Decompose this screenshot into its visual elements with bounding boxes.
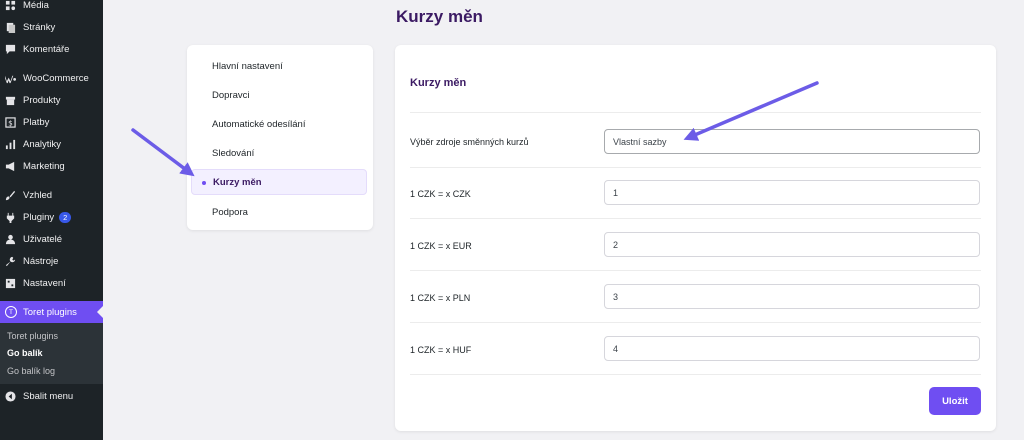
active-dot — [202, 181, 206, 185]
sidebar-item-marketing[interactable]: Marketing — [0, 155, 103, 177]
rate-label-czk: 1 CZK = x CZK — [410, 189, 471, 199]
sidebar-item-payments[interactable]: $ Platby — [0, 111, 103, 133]
nav-item-label: Kurzy měn — [213, 176, 262, 188]
sidebar-item-label: Nástroje — [23, 255, 59, 267]
sidebar-item-label: Toret plugins — [23, 306, 77, 318]
input-value: 3 — [613, 291, 619, 302]
plugins-icon — [5, 212, 16, 223]
sidebar-item-woocommerce[interactable]: WooCommerce — [0, 67, 103, 89]
divider — [410, 374, 981, 375]
source-label: Výběr zdroje směnných kurzů — [410, 137, 529, 147]
sidebar-item-analytics[interactable]: Analytiky — [0, 133, 103, 155]
pages-icon — [5, 22, 16, 33]
nav-item-label: Podpora — [212, 206, 248, 218]
rate-input-pln[interactable]: 3 — [604, 284, 980, 309]
sidebar-item-label: Nastavení — [23, 277, 66, 289]
nav-item-auto-sending[interactable]: Automatické odesílání — [191, 111, 367, 137]
sidebar-item-users[interactable]: Uživatelé — [0, 228, 103, 250]
nav-item-tracking[interactable]: Sledování — [191, 140, 367, 166]
sidebar-item-pages[interactable]: Stránky — [0, 16, 103, 38]
input-value: 4 — [613, 343, 619, 354]
exchange-rates-card: Kurzy měn Výběr zdroje směnných kurzů Vl… — [395, 45, 996, 431]
sidebar-item-products[interactable]: Produkty — [0, 89, 103, 111]
annotation-arrow-nav — [131, 128, 195, 177]
rate-label-huf: 1 CZK = x HUF — [410, 345, 472, 355]
sidebar-item-label: Pluginy — [23, 211, 55, 223]
admin-sidebar: Média Stránky Komentáře WooCommerce Prod… — [0, 0, 103, 440]
nav-item-label: Hlavní nastavení — [212, 60, 283, 72]
users-icon — [5, 234, 16, 245]
svg-text:$: $ — [8, 118, 13, 127]
input-value: 2 — [613, 239, 619, 250]
sidebar-item-appearance[interactable]: Vzhled — [0, 184, 103, 206]
sidebar-item-media[interactable]: Média — [0, 0, 103, 16]
divider — [410, 270, 981, 271]
sidebar-item-label: WooCommerce — [23, 72, 89, 84]
nav-item-main-settings[interactable]: Hlavní nastavení — [191, 53, 367, 79]
appearance-icon — [5, 190, 16, 201]
sidebar-collapse-menu[interactable]: Sbalit menu — [0, 385, 103, 407]
section-title: Kurzy měn — [410, 77, 467, 89]
sidebar-item-settings[interactable]: Nastavení — [0, 272, 103, 294]
rate-input-huf[interactable]: 4 — [604, 336, 980, 361]
sidebar-item-label: Média — [23, 0, 49, 11]
sidebar-item-label: Komentáře — [23, 43, 70, 55]
payments-icon: $ — [5, 116, 16, 128]
settings-nav: Hlavní nastavení Dopravci Automatické od… — [187, 45, 373, 230]
rate-label-pln: 1 CZK = x PLN — [410, 293, 471, 303]
nav-item-support[interactable]: Podpora — [191, 199, 367, 225]
comments-icon — [5, 44, 16, 55]
sidebar-item-label: Platby — [23, 116, 50, 128]
plugins-update-badge: 2 — [59, 211, 72, 223]
rate-input-eur[interactable]: 2 — [604, 232, 980, 257]
divider — [410, 112, 981, 113]
woocommerce-icon — [5, 73, 16, 84]
active-indicator — [97, 306, 103, 318]
sidebar-item-plugins[interactable]: Pluginy 2 — [0, 206, 103, 228]
toret-icon: T — [5, 306, 17, 318]
sidebar-item-label: Produkty — [23, 94, 61, 106]
nav-item-label: Automatické odesílání — [212, 118, 306, 130]
collapse-icon — [5, 390, 16, 402]
submenu-item-toret-plugins[interactable]: Toret plugins — [7, 331, 58, 341]
submenu-item-go-balik[interactable]: Go balík — [7, 348, 43, 358]
sidebar-item-label: Analytiky — [23, 138, 62, 150]
divider — [410, 218, 981, 219]
input-value: 1 — [613, 187, 619, 198]
rate-input-czk[interactable]: 1 — [604, 180, 980, 205]
save-button[interactable]: Uložit — [929, 387, 981, 415]
submenu-item-go-balik-log[interactable]: Go balík log — [7, 366, 55, 376]
media-icon — [5, 0, 16, 11]
sidebar-item-comments[interactable]: Komentáře — [0, 38, 103, 60]
sidebar-item-label: Sbalit menu — [23, 390, 74, 402]
page-title: Kurzy měn — [396, 7, 483, 26]
nav-item-label: Dopravci — [212, 89, 250, 101]
sidebar-item-label: Vzhled — [23, 189, 53, 201]
sidebar-submenu: Toret plugins Go balík Go balík log — [0, 323, 103, 384]
sidebar-item-label: Marketing — [23, 160, 65, 172]
settings-icon — [5, 278, 16, 289]
rate-label-eur: 1 CZK = x EUR — [410, 241, 472, 251]
exchange-rate-source-select[interactable]: Vlastní sazby — [604, 129, 980, 154]
select-value: Vlastní sazby — [613, 136, 667, 147]
nav-item-label: Sledování — [212, 147, 255, 159]
divider — [410, 322, 981, 323]
sidebar-item-tools[interactable]: Nástroje — [0, 250, 103, 272]
analytics-icon — [5, 139, 16, 150]
divider — [410, 167, 981, 168]
sidebar-item-toret-plugins[interactable]: T Toret plugins — [0, 301, 103, 323]
nav-item-exchange-rates[interactable]: Kurzy měn — [191, 169, 367, 195]
tools-icon — [5, 256, 16, 267]
nav-item-carriers[interactable]: Dopravci — [191, 82, 367, 108]
products-icon — [5, 95, 16, 106]
sidebar-item-label: Uživatelé — [23, 233, 63, 245]
marketing-icon — [5, 161, 16, 172]
sidebar-item-label: Stránky — [23, 21, 56, 33]
